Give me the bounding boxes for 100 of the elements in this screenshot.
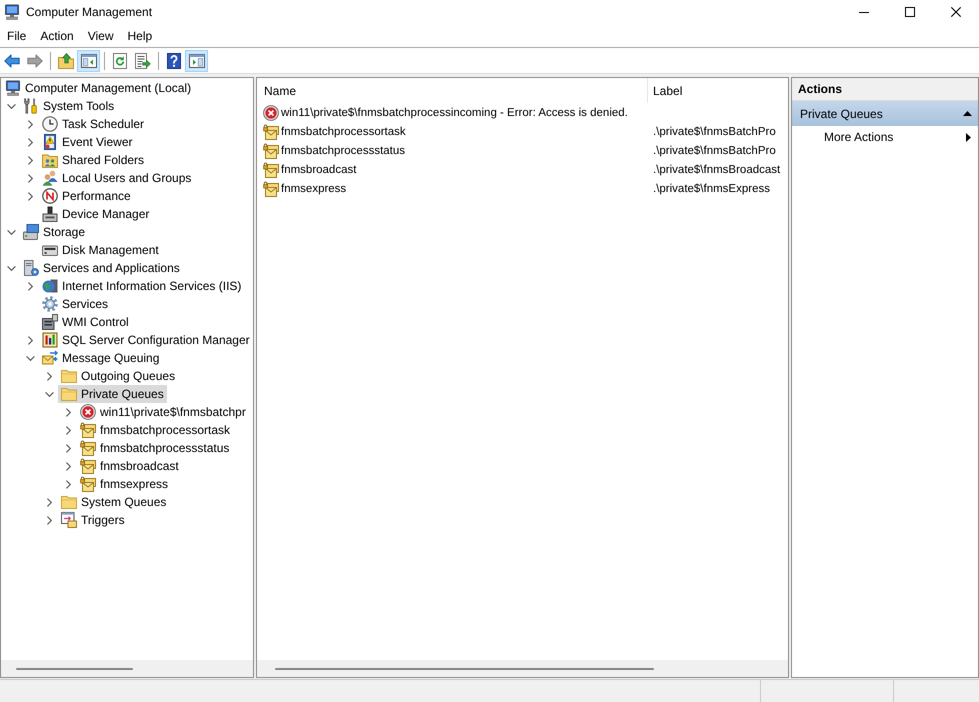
users-icon [42,170,58,186]
right-arrow-icon [26,52,42,68]
chevron-right-icon[interactable] [44,516,54,524]
chevron-right-icon[interactable] [26,156,34,164]
chevron-right-icon[interactable] [64,426,72,434]
folder-icon [61,494,77,510]
chevron-right-icon[interactable] [64,480,72,488]
tree-item[interactable]: Private Queues [58,385,167,403]
caret-right-icon [966,132,971,142]
chevron-down-icon[interactable] [6,102,16,110]
tree-item[interactable]: Disk Management [39,241,162,259]
chevron-right-icon[interactable] [26,336,34,344]
action-pane-toggle[interactable] [185,50,208,72]
window-title: Computer Management [26,5,152,19]
locked-envelopes-icon [80,440,96,456]
locked-envelopes-icon [80,476,96,492]
shared-folder-icon [42,152,58,168]
tree-item[interactable]: Message Queuing [39,349,162,367]
tree-item[interactable]: fnmsbatchprocessortask [77,421,234,439]
chevron-right-icon[interactable] [26,138,34,146]
queue-name[interactable]: fnmsbroadcast [281,164,356,176]
clock-icon [42,116,58,132]
tree-pane-icon [80,52,96,68]
tree-item[interactable]: Internet Information Services (IIS) [39,277,244,295]
tree-item[interactable]: Services [39,295,112,313]
dial-icon [42,188,58,204]
chevron-down-icon[interactable] [6,264,16,272]
caret-up-icon [963,111,972,116]
export-list-icon [134,52,150,68]
chevron-down-icon[interactable] [6,228,16,236]
locked-envelopes-icon [80,422,96,438]
computer-icon [5,80,21,96]
column-header[interactable]: Label [647,78,788,103]
config-tool-icon [42,332,58,348]
tree-item[interactable]: Task Scheduler [39,115,148,133]
help-icon [166,52,182,68]
tree-item[interactable]: System Queues [58,493,170,511]
tree-item[interactable]: fnmsbroadcast [77,457,182,475]
tree-item[interactable]: Device Manager [39,205,152,223]
chevron-right-icon[interactable] [44,372,54,380]
menu-item[interactable]: Help [120,24,160,46]
folder-icon [61,368,77,384]
menu-item[interactable]: View [80,24,120,46]
tools-icon [23,98,39,114]
chevron-right-icon[interactable] [26,174,34,182]
tree-item[interactable]: Storage [20,223,88,241]
chevron-right-icon[interactable] [26,120,34,128]
gear-icon [42,296,58,312]
action-item[interactable]: More Actions [792,126,978,148]
tree-item[interactable]: Performance [39,187,134,205]
menu-item[interactable]: File [0,24,34,46]
queue-name[interactable]: fnmsbatchprocessstatus [281,144,406,156]
horizontal-scrollbar[interactable] [1,660,253,677]
maximize-icon [905,7,915,17]
section-header[interactable]: Private Queues [792,101,978,126]
error-icon [263,104,279,120]
scrollbar-thumb[interactable] [16,668,133,670]
queue-label: .\private$\fnmsExpress [653,182,770,194]
console-tree-toggle[interactable] [77,50,100,72]
refresh-icon [112,52,128,68]
server-gear-icon [23,260,39,276]
chevron-down-icon[interactable] [44,390,54,398]
tree-item[interactable]: Local Users and Groups [39,169,194,187]
tree-item[interactable]: Shared Folders [39,151,148,169]
device-icon [42,206,58,222]
error-icon [80,404,96,420]
chevron-right-icon[interactable] [44,498,54,506]
chevron-down-icon[interactable] [26,354,34,362]
queue-name[interactable]: win11\private$\fnmsbatchprocessincoming - Error: Access is denied. [281,106,628,118]
tree-item[interactable]: Outgoing Queues [58,367,178,385]
column-header[interactable]: Name [257,78,647,103]
locked-envelopes-icon [263,180,279,196]
menu-item[interactable]: Action [33,24,81,46]
tree-item[interactable]: System Tools [20,97,118,115]
chevron-right-icon[interactable] [26,282,34,290]
actions-header: Actions [792,78,978,101]
log-book-icon [42,134,58,150]
tree-item[interactable]: Triggers [58,511,128,529]
chevron-right-icon[interactable] [64,444,72,452]
tree-item[interactable]: SQL Server Configuration Manager [39,331,253,349]
tree-item[interactable]: fnmsbatchprocessstatus [77,439,232,457]
tree-item[interactable]: win11\private$\fnmsbatchpr [77,403,249,421]
chevron-right-icon[interactable] [64,408,72,416]
queue-name[interactable]: fnmsbatchprocessortask [281,126,406,138]
scrollbar-thumb[interactable] [275,668,654,670]
queue-name[interactable]: fnmsexpress [281,182,346,194]
chevron-right-icon[interactable] [64,462,72,470]
globe-server-icon [42,278,58,294]
tree-item[interactable]: Services and Applications [20,259,183,277]
queue-label: .\private$\fnmsBatchPro [653,126,776,138]
trigger-window-icon [61,512,77,528]
horizontal-scrollbar[interactable] [257,660,788,677]
tree-item[interactable]: fnmsexpress [77,475,172,493]
computer-icon [4,4,20,20]
queue-label: .\private$\fnmsBatchPro [653,144,776,156]
tree-item[interactable]: Computer Management (Local) [2,79,194,97]
tree-item[interactable]: WMI Control [39,313,132,331]
storage-drive-icon [23,224,39,240]
chevron-right-icon[interactable] [26,192,34,200]
tree-item[interactable]: Event Viewer [39,133,136,151]
